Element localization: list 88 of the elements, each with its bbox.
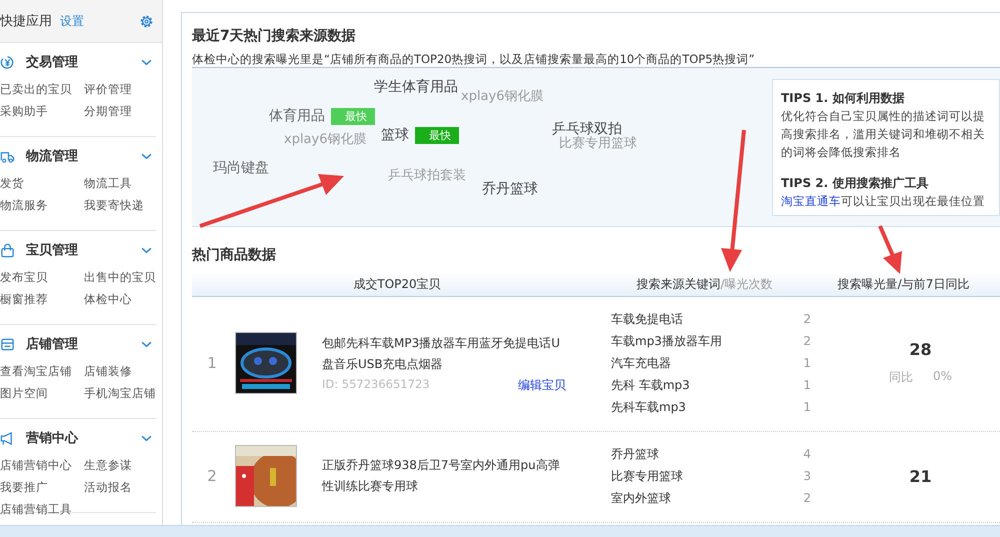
section-title: 热门商品数据 xyxy=(192,246,276,265)
sidebar-item[interactable]: 店铺营销中心 xyxy=(0,457,84,474)
exposure-total: 28 xyxy=(909,340,932,359)
keyword-text: xplay6钢化膜 xyxy=(461,88,544,105)
annotation-arrow xyxy=(878,225,902,274)
keyword-text: 先科 车载mp3 xyxy=(611,377,690,394)
chevron-icon[interactable] xyxy=(141,340,152,348)
keyword-text: 乔丹篮球 xyxy=(611,446,659,463)
sidebar-item[interactable]: 出售中的宝贝 xyxy=(84,269,156,286)
section-title: 最近7天热门搜索来源数据 xyxy=(192,26,357,46)
section-title: 营销中心 xyxy=(26,430,78,447)
sidebar-item[interactable]: 评价管理 xyxy=(84,81,156,98)
description-text: 体检中心的搜索曝光里是“店铺所有商品的TOP20热搜词，以及店铺搜索量最高的10个商品的TOP5热搜词” xyxy=(192,51,756,67)
column-header: /曝光次数 xyxy=(720,276,773,292)
tip-title: TIPS 2. 使用搜索推广工具 xyxy=(781,175,930,192)
product-title[interactable]: 包邮先科车载MP3播放器车用蓝牙免提电话U盘音乐USB充电点烟器 xyxy=(322,332,566,374)
fastest-badge: 最快 xyxy=(331,108,375,124)
sidebar-item[interactable]: 已卖出的宝贝 xyxy=(0,81,84,98)
keyword-text: 乒乓球拍套装 xyxy=(388,167,466,184)
sidebar-item[interactable]: 我要寄快递 xyxy=(84,197,156,214)
fastest-badge: 最快 xyxy=(415,126,459,144)
section-title: 交易管理 xyxy=(26,54,78,71)
product-id: ID: 557236651723 xyxy=(322,376,430,392)
exposure-count: 2 xyxy=(803,490,811,507)
chevron-icon[interactable] xyxy=(141,246,152,254)
exposure-count: 1 xyxy=(803,377,811,394)
column-header: 成交TOP20宝贝 xyxy=(352,276,442,292)
tip-link[interactable]: 淘宝直通车 xyxy=(781,194,841,208)
exposure-count: 4 xyxy=(803,446,811,463)
exposure-count: 1 xyxy=(803,355,811,372)
tip-text: 优化符合自己宝贝属性的描述词可以提高搜索排名，滥用关键词和堆砌不相关的词将会降低搜索排名 xyxy=(781,108,986,161)
keyword-text: 车载免提电话 xyxy=(611,311,683,328)
keyword-text: 篮球 xyxy=(381,126,409,144)
sidebar-item[interactable]: 手机淘宝店铺 xyxy=(84,385,156,402)
column-header: 搜索来源关键词 xyxy=(636,276,720,292)
sidebar-item[interactable]: 物流工具 xyxy=(84,175,156,192)
chevron-icon[interactable] xyxy=(141,58,152,66)
keyword-text: 车载mp3播放器车用 xyxy=(611,333,722,350)
section-title: 宝贝管理 xyxy=(26,242,78,259)
keyword-text: 汽车充电器 xyxy=(611,355,671,372)
keyword-text: 比赛专用篮球 xyxy=(559,135,637,152)
sidebar-title: 快捷应用 xyxy=(0,13,52,30)
keyword-text: 玛尚键盘 xyxy=(213,159,269,177)
keyword-text: xplay6钢化膜 xyxy=(284,131,366,148)
rank-number: 1 xyxy=(206,354,218,372)
keyword-text: 乔丹篮球 xyxy=(482,180,538,198)
bag-icon xyxy=(0,242,15,258)
exposure-count: 2 xyxy=(803,311,811,328)
sidebar-item[interactable]: 店铺装修 xyxy=(84,363,156,380)
exposure-total: 21 xyxy=(909,466,932,486)
section-title: 店铺管理 xyxy=(26,336,78,353)
sidebar-item[interactable]: 发布宝贝 xyxy=(0,269,84,286)
sidebar-item[interactable]: 物流服务 xyxy=(0,197,84,214)
rank-number: 2 xyxy=(206,467,218,485)
sidebar-item[interactable]: 活动报名 xyxy=(84,479,156,496)
exposure-count: 3 xyxy=(803,468,811,485)
tip-text: 淘宝直通车可以让宝贝出现在最佳位置 xyxy=(781,193,986,210)
keyword-text: 乒乓球双拍 xyxy=(552,120,622,137)
product-title[interactable]: 正版乔丹篮球938后卫7号室内外通用pu高弹性训练比赛专用球 xyxy=(322,455,566,497)
compare-value: 0% xyxy=(932,369,952,385)
exposure-count: 2 xyxy=(803,333,811,350)
sidebar-item[interactable]: 发货 xyxy=(0,175,84,192)
sidebar-item[interactable]: 我要推广 xyxy=(0,479,84,496)
sidebar-item[interactable]: 采购助手 xyxy=(0,103,84,120)
sidebar-item[interactable]: 图片空间 xyxy=(0,385,84,402)
section-title: 物流管理 xyxy=(26,148,78,165)
tip-title: TIPS 1. 如何利用数据 xyxy=(781,90,906,107)
sidebar-item[interactable]: 体检中心 xyxy=(84,291,156,308)
sidebar-item[interactable]: 查看淘宝店铺 xyxy=(0,363,84,380)
settings-icon[interactable] xyxy=(139,14,154,28)
chevron-icon[interactable] xyxy=(141,152,152,160)
sidebar-item[interactable]: 生意参谋 xyxy=(84,457,156,474)
compare-label: 同比 xyxy=(888,369,913,386)
edit-link[interactable]: 编辑宝贝 xyxy=(518,376,566,394)
shop-icon xyxy=(0,336,15,352)
chevron-icon[interactable] xyxy=(141,434,152,442)
keyword-text: 先科车载mp3 xyxy=(611,399,686,416)
keyword-text: 室内外篮球 xyxy=(611,490,671,507)
sidebar-item[interactable]: 店铺营销工具 xyxy=(0,501,84,518)
keyword-text: 学生体育用品 xyxy=(374,78,458,96)
sidebar-item[interactable]: 分期管理 xyxy=(84,103,156,120)
exposure-count: 1 xyxy=(803,399,811,416)
sidebar-item[interactable]: 橱窗推荐 xyxy=(0,291,84,308)
megaphone-icon xyxy=(0,430,15,446)
column-header: 搜索曝光量/与前7日同比 xyxy=(836,276,970,292)
keyword-text: 体育用品 xyxy=(269,107,325,125)
keyword-text: 比赛专用篮球 xyxy=(611,468,683,485)
yen-icon xyxy=(0,54,15,70)
